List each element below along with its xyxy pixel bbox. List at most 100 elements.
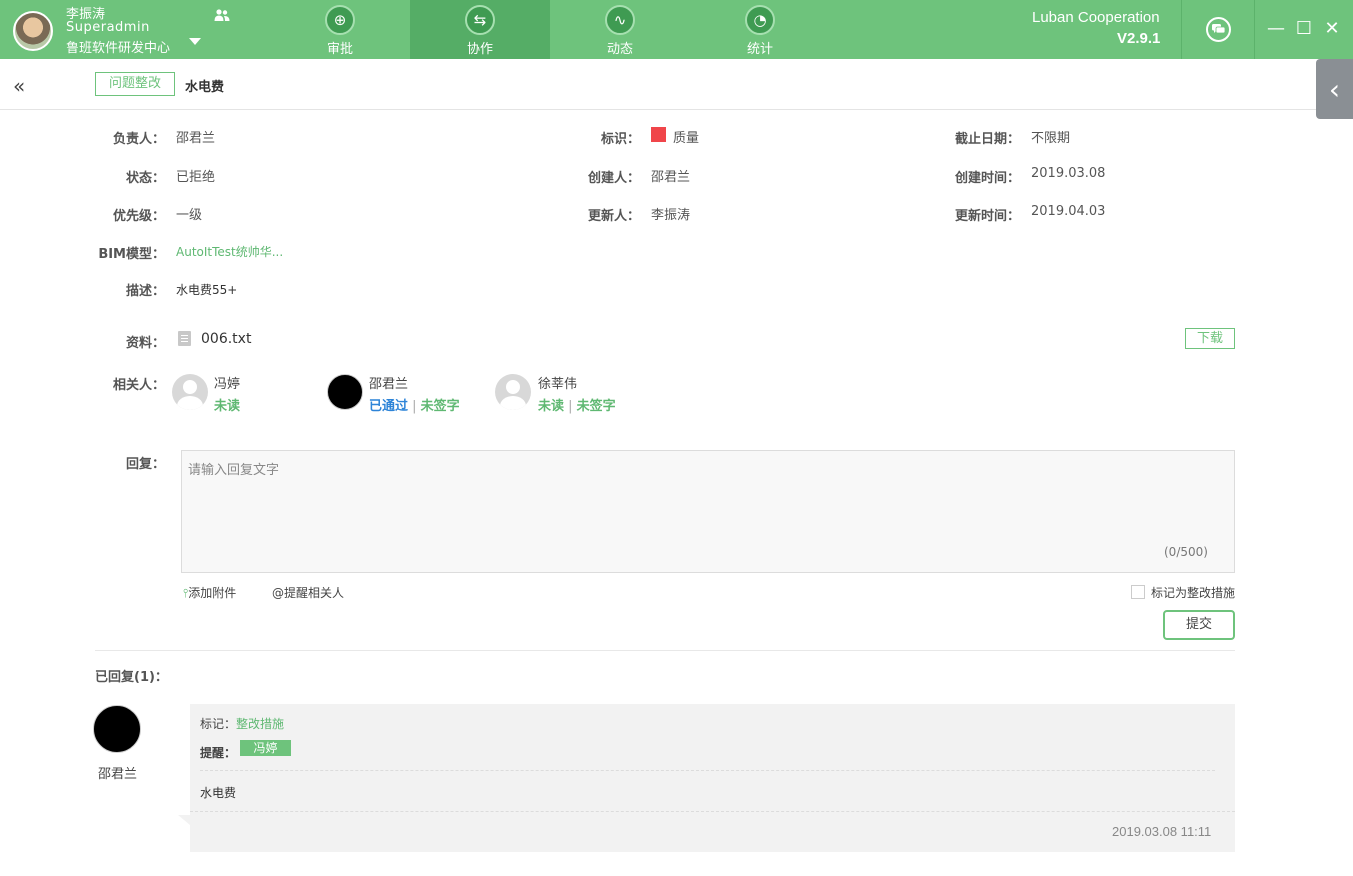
divider [1254, 0, 1255, 59]
tab-activity[interactable]: ∿ 动态 [550, 0, 690, 59]
divider [1181, 0, 1182, 59]
bim-model-label: BIM模型： [98, 247, 165, 262]
reply-input[interactable] [182, 451, 1234, 572]
updater-label: 更新人： [587, 209, 640, 224]
back-double-chevron-icon[interactable]: « [13, 74, 25, 98]
submit-button[interactable]: 提交 [1163, 610, 1235, 640]
reply-mark-value: 整改措施 [236, 717, 285, 731]
priority-value: 一级 [176, 208, 203, 223]
top-bar: 李振涛 Superadmin 鲁班软件研发中心 ⊕ 审批 ⇆ 协作 ∿ 动态 ◔… [0, 0, 1353, 59]
related-person-name: 冯婷 [214, 377, 241, 392]
reply-timestamp: 2019.03.08 11:11 [1112, 824, 1212, 839]
add-attachment-button[interactable]: ⫯添加附件 [183, 584, 236, 601]
mark-value: 质量 [673, 131, 700, 146]
reply-body: 水电费 [200, 786, 237, 800]
mark-label: 标识： [600, 132, 640, 147]
bim-model-link[interactable]: AutoItTest统帅华... [176, 243, 283, 260]
issue-type-tag: 问题整改 [95, 72, 175, 96]
chat-icon [1212, 24, 1225, 34]
side-panel-toggle[interactable]: ‹ [1316, 59, 1353, 119]
sign-status: 未签字 [420, 399, 460, 414]
updater-value: 李振涛 [651, 208, 691, 223]
reply-mark-label: 标记： [200, 717, 237, 731]
reply-box [181, 450, 1235, 573]
reply-label: 回复： [125, 457, 165, 472]
status-value: 已拒绝 [176, 170, 216, 185]
remind-people-button[interactable]: @提醒相关人 [272, 584, 344, 601]
chat-button[interactable] [1206, 17, 1231, 42]
owner-label: 负责人： [112, 132, 165, 147]
activity-icon: ∿ [605, 5, 635, 35]
brand-name: Luban Cooperation [1032, 9, 1160, 26]
creator-label: 创建人： [587, 171, 640, 186]
tab-approval[interactable]: ⊕ 审批 [270, 0, 410, 59]
status-label: 状态： [125, 171, 165, 186]
priority-label: 优先级： [112, 209, 165, 224]
related-people-label: 相关人： [112, 378, 165, 393]
reply-card [190, 704, 1235, 852]
mark-as-measure-label[interactable]: 标记为整改措施 [1151, 584, 1235, 601]
collaboration-icon: ⇆ [465, 5, 495, 35]
attachments-label: 资料： [125, 336, 165, 351]
reply-card-pointer [178, 815, 190, 825]
sign-status: 未签字 [576, 399, 616, 414]
status-separator: | [408, 399, 421, 414]
reply-remind-label: 提醒： [200, 746, 237, 760]
char-counter: (0/500) [1164, 545, 1208, 559]
quality-mark-swatch [651, 127, 666, 142]
updated-time-label: 更新时间： [954, 209, 1020, 224]
attachment-filename[interactable]: 006.txt [201, 331, 251, 347]
read-status: 未读 [538, 399, 565, 414]
description-value: 水电费55+ [176, 283, 238, 297]
minimize-button[interactable]: — [1266, 17, 1286, 41]
approval-icon: ⊕ [325, 5, 355, 35]
updated-time-value: 2019.04.03 [1031, 204, 1106, 219]
creator-value: 邵君兰 [651, 170, 691, 185]
close-button[interactable]: ✕ [1322, 17, 1342, 41]
file-icon [178, 331, 191, 346]
statistics-icon: ◔ [745, 5, 775, 35]
deadline-label: 截止日期： [954, 132, 1020, 147]
reply-author: 邵君兰 [98, 767, 138, 782]
issue-title: 水电费 [185, 80, 225, 95]
owner-value: 邵君兰 [176, 131, 216, 146]
add-attachment-label: 添加附件 [188, 586, 237, 600]
reply-remind-person-tag: 冯婷 [240, 740, 291, 756]
remind-people-label: @提醒相关人 [272, 586, 345, 600]
created-time-value: 2019.03.08 [1031, 166, 1106, 181]
deadline-value: 不限期 [1031, 131, 1071, 146]
user-role: Superadmin [66, 20, 150, 35]
divider [95, 650, 1235, 651]
approval-status: 已通过 [369, 399, 409, 414]
avatar [93, 705, 141, 753]
chevron-down-icon[interactable] [189, 38, 201, 45]
org-selector-label[interactable]: 鲁班软件研发中心 [66, 37, 170, 56]
related-person-name: 徐莘伟 [538, 377, 578, 392]
divider [0, 109, 1353, 110]
mark-as-measure-checkbox[interactable] [1131, 585, 1145, 599]
related-person-status: 已通过 | 未签字 [369, 395, 460, 414]
divider [200, 770, 1215, 771]
replies-count-title: 已回复(1)： [95, 670, 168, 685]
maximize-button[interactable]: ☐ [1294, 17, 1314, 41]
tab-statistics-label: 统计 [746, 42, 773, 57]
tab-collaboration[interactable]: ⇆ 协作 [410, 0, 550, 59]
related-person-name: 邵君兰 [369, 377, 409, 392]
description-label: 描述： [125, 284, 165, 299]
tab-statistics[interactable]: ◔ 统计 [690, 0, 830, 59]
tab-approval-label: 审批 [326, 42, 353, 57]
read-status: 未读 [214, 399, 241, 414]
chevron-left-icon: ‹ [1328, 72, 1341, 106]
tab-activity-label: 动态 [606, 42, 633, 57]
avatar [495, 374, 531, 410]
divider [190, 811, 1235, 812]
status-separator: | [564, 399, 577, 414]
avatar [172, 374, 208, 410]
related-person-status: 未读 | 未签字 [538, 395, 616, 414]
app-version: V2.9.1 [1117, 30, 1161, 47]
reply-mark: 标记：整改措施 [200, 715, 284, 732]
user-avatar[interactable] [13, 11, 53, 51]
contacts-icon[interactable] [214, 8, 230, 22]
download-button[interactable]: 下载 [1185, 328, 1235, 349]
tab-collaboration-label: 协作 [466, 42, 493, 57]
